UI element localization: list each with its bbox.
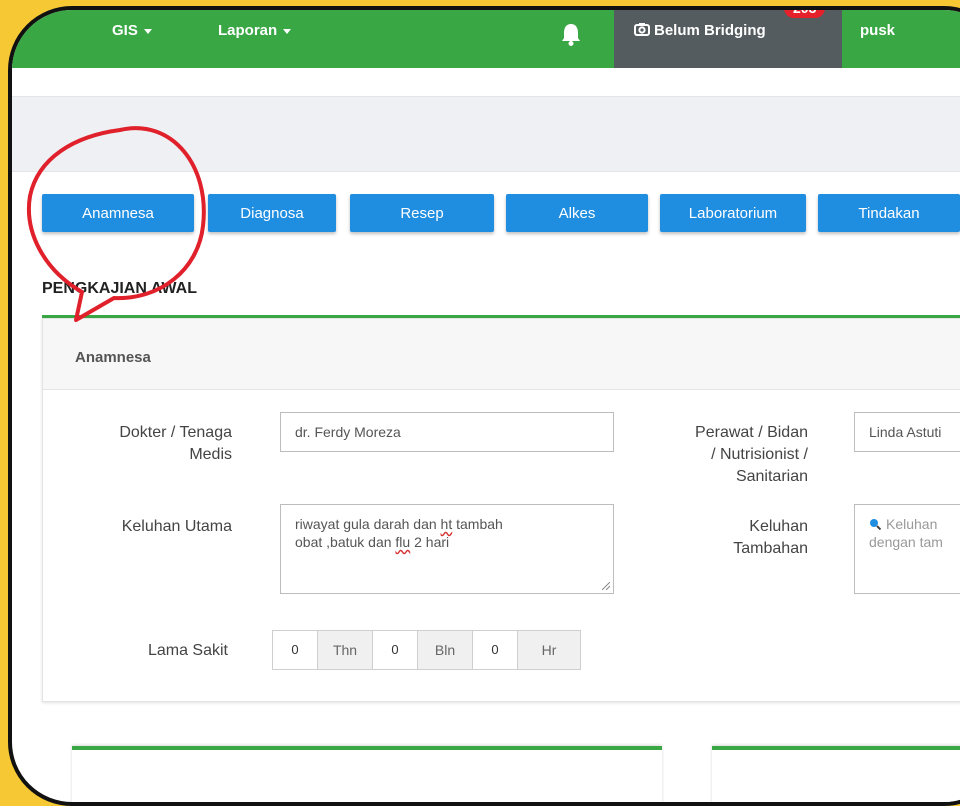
dokter-label-line2: Medis [189,446,232,463]
tahun-unit: Thn [318,631,373,669]
keluhan-utama-line1: riwayat gula darah dan ht tambah [295,515,599,533]
caret-down-icon [283,28,292,34]
keluhan-tambahan-placeholder-line1: Keluhan [869,515,960,533]
keluhan-tambahan-label-line1: Keluhan [749,518,808,535]
page-header-band [12,96,960,172]
notification-badge: 203 [784,10,826,18]
dokter-field[interactable]: dr. Ferdy Moreza [280,412,614,452]
tab-tindakan[interactable]: Tindakan [818,194,960,232]
tab-diagnosa[interactable]: Diagnosa [208,194,336,232]
keluhan-tambahan-label: Keluhan Tambahan [644,516,808,560]
tab-laboratorium[interactable]: Laboratorium [660,194,806,232]
hari-input[interactable]: 0 [473,631,518,669]
keluhan-tambahan-placeholder-text: Keluhan [886,516,938,532]
bottom-card-right [712,746,960,802]
tab-alkes[interactable]: Alkes [506,194,648,232]
spellcheck-word: ht [440,516,453,532]
caret-down-icon [143,28,152,34]
spellcheck-word: flu [395,534,411,550]
panel-title: Anamnesa [75,349,151,366]
perawat-label-line3: Sanitarian [735,468,808,485]
nav-gis[interactable]: GIS [112,22,152,39]
camera-icon [634,23,650,36]
keluhan-text: tambah [452,516,503,532]
bell-icon[interactable] [560,22,582,46]
bulan-input[interactable]: 0 [373,631,418,669]
lama-sakit-label: Lama Sakit [147,642,228,659]
perawat-label-line2: / Nutrisionist / [711,446,808,463]
nav-laporan[interactable]: Laporan [218,22,292,39]
keluhan-tambahan-placeholder-line2: dengan tam [869,534,943,550]
keluhan-utama-label: Keluhan Utama [121,518,232,535]
top-navbar: GIS Laporan Belum Bridging 203 pusk [12,10,960,68]
belum-bridging-label: Belum Bridging [654,22,766,39]
lama-sakit-group: 0 Thn 0 Bln 0 Hr [272,630,581,670]
keluhan-text: 2 hari [410,534,450,550]
keluhan-text: obat ,batuk dan [295,534,396,550]
search-icon [870,519,882,531]
tahun-input[interactable]: 0 [273,631,318,669]
hari-unit: Hr [518,631,580,669]
keluhan-utama-textarea[interactable]: riwayat gula darah dan ht tambah obat ,b… [280,504,614,594]
keluhan-utama-line2: obat ,batuk dan flu 2 hari [295,533,599,551]
perawat-label: Perawat / Bidan / Nutrisionist / Sanitar… [644,422,808,488]
keluhan-tambahan-label-line2: Tambahan [733,540,808,557]
keluhan-text: riwayat gula darah dan [295,516,441,532]
nav-gis-label: GIS [112,22,138,39]
dokter-label-line1: Dokter / Tenaga [119,424,232,441]
keluhan-tambahan-textarea[interactable]: Keluhan dengan tam [854,504,960,594]
resize-handle-icon[interactable] [602,582,610,590]
tab-resep[interactable]: Resep [350,194,494,232]
nav-laporan-label: Laporan [218,22,278,39]
dokter-label: Dokter / Tenaga Medis [64,422,232,466]
panel-header: Anamnesa [43,319,960,390]
perawat-label-line1: Perawat / Bidan [695,424,808,441]
section-title: PENGKAJIAN AWAL [42,280,197,297]
perawat-field[interactable]: Linda Astuti [854,412,960,452]
screen-frame: GIS Laporan Belum Bridging 203 pusk Anam… [8,6,960,806]
tab-anamnesa[interactable]: Anamnesa [42,194,194,232]
user-menu[interactable]: pusk [860,22,895,39]
bulan-unit: Bln [418,631,473,669]
bottom-card-left [72,746,662,802]
